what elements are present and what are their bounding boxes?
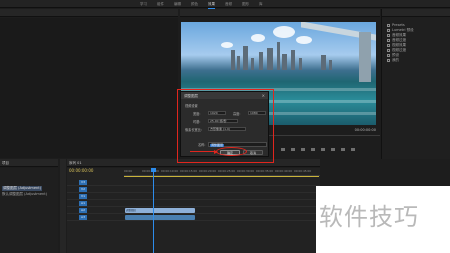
program-monitor-header[interactable] <box>180 9 380 17</box>
source-monitor <box>0 18 178 158</box>
audio-clip[interactable] <box>125 215 195 220</box>
clip-label: 调整图层 <box>126 209 137 212</box>
tools-panel <box>60 159 66 253</box>
track-label[interactable]: A1 <box>79 201 87 206</box>
project-panel-header[interactable]: 项目 <box>0 159 58 167</box>
playhead-handle[interactable] <box>151 168 156 172</box>
extract-icon[interactable] <box>341 148 345 151</box>
ws-tab-graphics[interactable]: 图形 <box>242 2 249 9</box>
ruler-tick: 00:00:20:00 <box>199 169 217 173</box>
track-label[interactable]: V1 <box>79 194 87 199</box>
play-icon[interactable] <box>311 148 315 151</box>
effects-panel-header[interactable] <box>382 9 450 17</box>
track-row: A1 <box>67 201 320 207</box>
ruler-tick: 00:00:40:00 <box>275 169 293 173</box>
track-row: V1 <box>67 194 320 200</box>
sequence-tab[interactable]: 序列 01 <box>69 161 82 166</box>
transport-controls <box>281 148 355 151</box>
video-clip[interactable]: 调整图层 <box>125 208 195 213</box>
ws-tab-learn[interactable]: 学习 <box>140 2 147 9</box>
source-monitor-header[interactable] <box>0 9 178 17</box>
arrow-line <box>190 151 217 152</box>
ruler-tick: 00:00:35:00 <box>256 169 274 173</box>
folder-icon <box>387 59 390 62</box>
step-forward-icon[interactable] <box>321 148 325 151</box>
ws-tab-effects[interactable]: 效果 <box>208 2 215 9</box>
playhead[interactable] <box>153 168 154 253</box>
effects-item[interactable]: 我的 <box>387 58 399 63</box>
project-panel-title: 项目 <box>2 161 9 165</box>
project-panel: 调整图层 (Adjustment) 默认调整图层 (Adjustment) <box>0 168 58 253</box>
folder-icon <box>387 54 390 57</box>
timeline-panel: 00:00:00:00 00:00 00:00:05:00 00:00:10:0… <box>67 168 320 253</box>
ruler-tick: 00:00:45:00 <box>294 169 312 173</box>
ruler-tick: 00:00:25:00 <box>218 169 236 173</box>
folder-icon <box>387 34 390 37</box>
timeline-timecode[interactable]: 00:00:00:00 <box>69 168 93 173</box>
track-label[interactable]: A3 <box>79 215 87 220</box>
folder-icon <box>387 44 390 47</box>
track-label[interactable]: A2 <box>79 208 87 213</box>
effects-panel: Presets Lumetri 预设 音频效果 音频过渡 视频效果 视频过渡 预… <box>381 9 450 159</box>
ruler-tick: 00:00:15:00 <box>180 169 198 173</box>
folder-icon <box>387 39 390 42</box>
folder-icon <box>387 29 390 32</box>
program-duration: 00:00:00:00 <box>354 128 376 132</box>
effects-item[interactable]: Presets <box>387 23 405 27</box>
watermark-text: 软件技巧 <box>319 203 419 231</box>
ws-tab-libraries[interactable]: 库 <box>259 2 263 9</box>
track-row: V3 <box>67 180 320 186</box>
track-label[interactable]: V3 <box>79 180 87 185</box>
lift-icon[interactable] <box>331 148 335 151</box>
project-item[interactable]: 调整图层 (Adjustment) <box>2 186 42 191</box>
workspace-tabs: 学习 组件 编辑 颜色 效果 音频 图形 库 <box>140 2 263 9</box>
ws-tab-audio[interactable]: 音频 <box>225 2 232 9</box>
highlight-oval <box>216 147 247 156</box>
track-row: V2 <box>67 187 320 193</box>
export-frame-icon[interactable] <box>351 148 355 151</box>
ws-tab-assembly[interactable]: 组件 <box>157 2 164 9</box>
ruler-tick: 00:00:30:00 <box>237 169 255 173</box>
ws-tab-color[interactable]: 颜色 <box>191 2 198 9</box>
ruler-tick: 00:00:10:00 <box>161 169 179 173</box>
project-item[interactable]: 默认调整图层 (Adjustment) <box>2 192 47 197</box>
step-back-icon[interactable] <box>301 148 305 151</box>
folder-icon <box>387 23 390 27</box>
arrow-head-icon <box>214 149 218 154</box>
mark-in-icon[interactable] <box>281 148 285 151</box>
mark-out-icon[interactable] <box>291 148 295 151</box>
folder-icon <box>387 49 390 52</box>
ruler-tick: 00:00 <box>124 169 133 173</box>
track-label[interactable]: V2 <box>79 187 87 192</box>
ws-tab-editing[interactable]: 编辑 <box>174 2 181 9</box>
workspace-bar: 学习 组件 编辑 颜色 效果 音频 图形 库 <box>0 0 450 8</box>
